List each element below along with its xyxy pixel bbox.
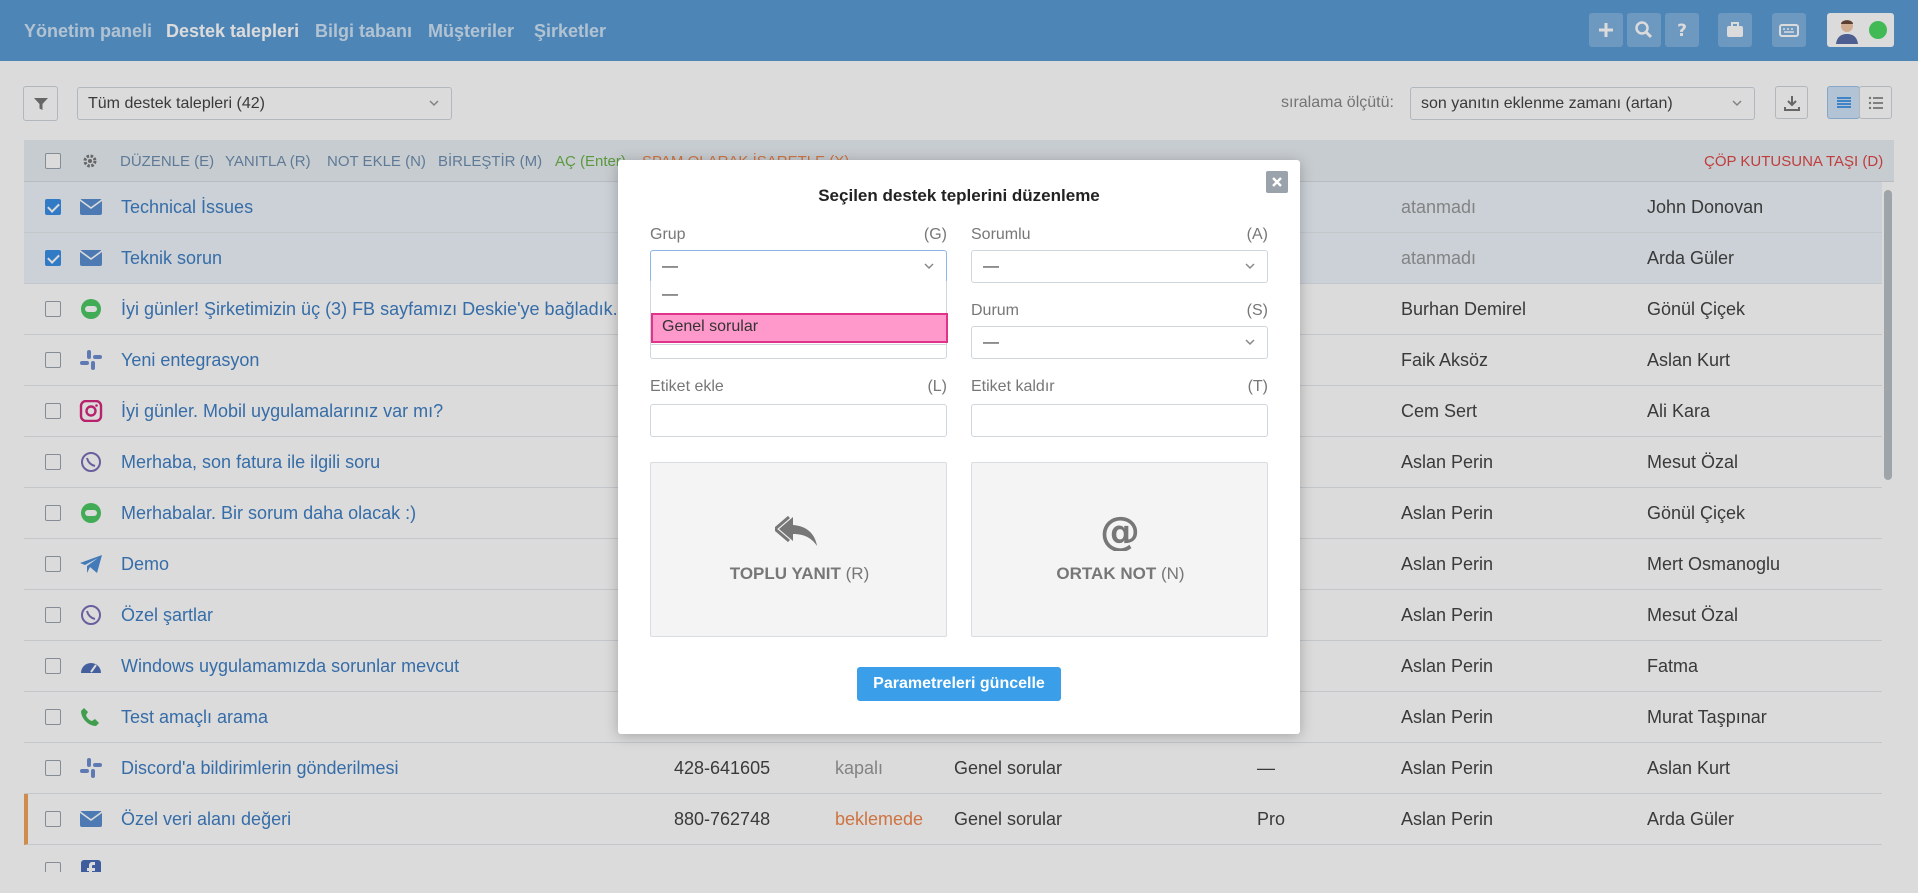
remove-tag-input[interactable] — [971, 404, 1268, 437]
add-tag-label: Etiket ekle — [650, 378, 724, 395]
reply-all-icon — [775, 515, 817, 546]
add-tag-input[interactable] — [650, 404, 947, 437]
responsible-label: Sorumlu — [971, 226, 1031, 243]
responsible-shortcut: (A) — [1246, 226, 1268, 243]
at-sign-icon: @ — [1100, 511, 1140, 551]
status-shortcut: (S) — [1246, 302, 1268, 319]
bulk-reply-shortcut: (R) — [845, 564, 870, 583]
group-dropdown-menu: — Genel sorular — [650, 281, 948, 345]
dialog-title: Seçilen destek teplerini düzenleme — [818, 186, 1100, 205]
bulk-reply-text: TOPLU YANIT (R) — [651, 564, 948, 584]
bulk-reply-button[interactable]: TOPLU YANIT (R) — [650, 462, 947, 637]
dropdown-option-general-questions[interactable]: Genel sorular — [651, 313, 948, 343]
svg-text:@: @ — [1100, 511, 1140, 551]
update-parameters-button[interactable]: Parametreleri güncelle — [857, 667, 1061, 701]
shared-note-text: ORTAK NOT (N) — [972, 564, 1269, 584]
dropdown-option-none[interactable]: — — [651, 281, 948, 311]
chevron-down-icon — [1245, 339, 1255, 346]
status-label: Durum — [971, 302, 1020, 319]
chevron-down-icon — [924, 263, 934, 270]
bulk-reply-label: TOPLU YANIT — [729, 564, 841, 583]
responsible-select[interactable]: — — [971, 250, 1268, 283]
group-select-value: — — [662, 258, 678, 275]
remove-tag-label: Etiket kaldır — [971, 378, 1055, 395]
group-label: Grup — [650, 226, 686, 243]
shared-note-label: ORTAK NOT — [1056, 564, 1157, 583]
shared-note-button[interactable]: @ ORTAK NOT (N) — [971, 462, 1268, 637]
status-select-value: — — [983, 334, 999, 351]
add-tag-shortcut: (L) — [927, 378, 947, 395]
status-select[interactable]: — — [971, 326, 1268, 359]
group-shortcut: (G) — [923, 226, 947, 243]
remove-tag-shortcut: (T) — [1247, 378, 1268, 395]
shared-note-shortcut: (N) — [1160, 564, 1185, 583]
chevron-down-icon — [1245, 263, 1255, 270]
group-select[interactable]: — — [650, 250, 947, 283]
responsible-select-value: — — [983, 258, 999, 275]
bulk-edit-dialog: Seçilen destek teplerini düzenleme Grup … — [618, 160, 1300, 734]
